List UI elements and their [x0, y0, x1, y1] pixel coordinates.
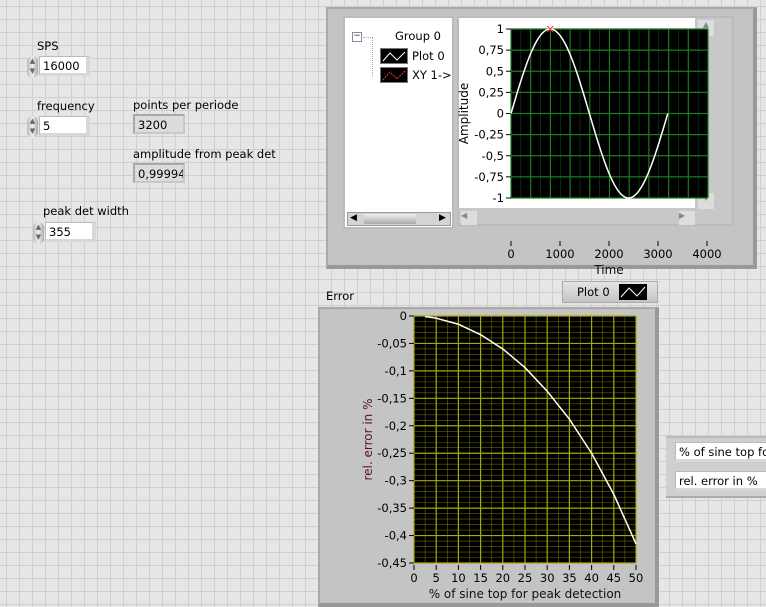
y-tick-label: -0,25 [377, 446, 407, 460]
cursor-x-label[interactable]: % of sine top for [675, 442, 766, 462]
y-tick-label: -0,45 [377, 556, 407, 570]
x-tick-label: 20 [495, 571, 510, 585]
x-tick-label: 15 [473, 571, 488, 585]
x-tick-label: 0 [410, 571, 417, 585]
y-tick-label: -0,4 [385, 529, 407, 543]
x-tick-label: 45 [606, 571, 621, 585]
y-tick-label: -0,35 [377, 501, 407, 515]
y-axis-label: rel. error in % [361, 398, 375, 480]
y-tick-label: -0,05 [377, 336, 407, 350]
y-tick-label: 0 [400, 309, 407, 323]
x-tick-label: 50 [629, 571, 644, 585]
x-tick-label: 10 [451, 571, 466, 585]
x-tick-label: 35 [562, 571, 577, 585]
cursor-y-label[interactable]: rel. error in % [675, 471, 766, 491]
x-tick-label: 30 [540, 571, 555, 585]
x-axis-label: % of sine top for peak detection [429, 587, 622, 601]
x-tick-label: 40 [584, 571, 599, 585]
y-tick-label: -0,15 [377, 391, 407, 405]
y-tick-label: -0,3 [385, 474, 407, 488]
y-tick-label: -0,1 [385, 364, 407, 378]
x-tick-label: 5 [433, 571, 440, 585]
y-tick-label: -0,2 [385, 419, 407, 433]
error-chart: 0 5 10 15 20 25 30 35 40 45 50 0 -0,05 -0,1 -0,15 -0,2 -… [361, 309, 644, 601]
x-tick-label: 25 [518, 571, 533, 585]
